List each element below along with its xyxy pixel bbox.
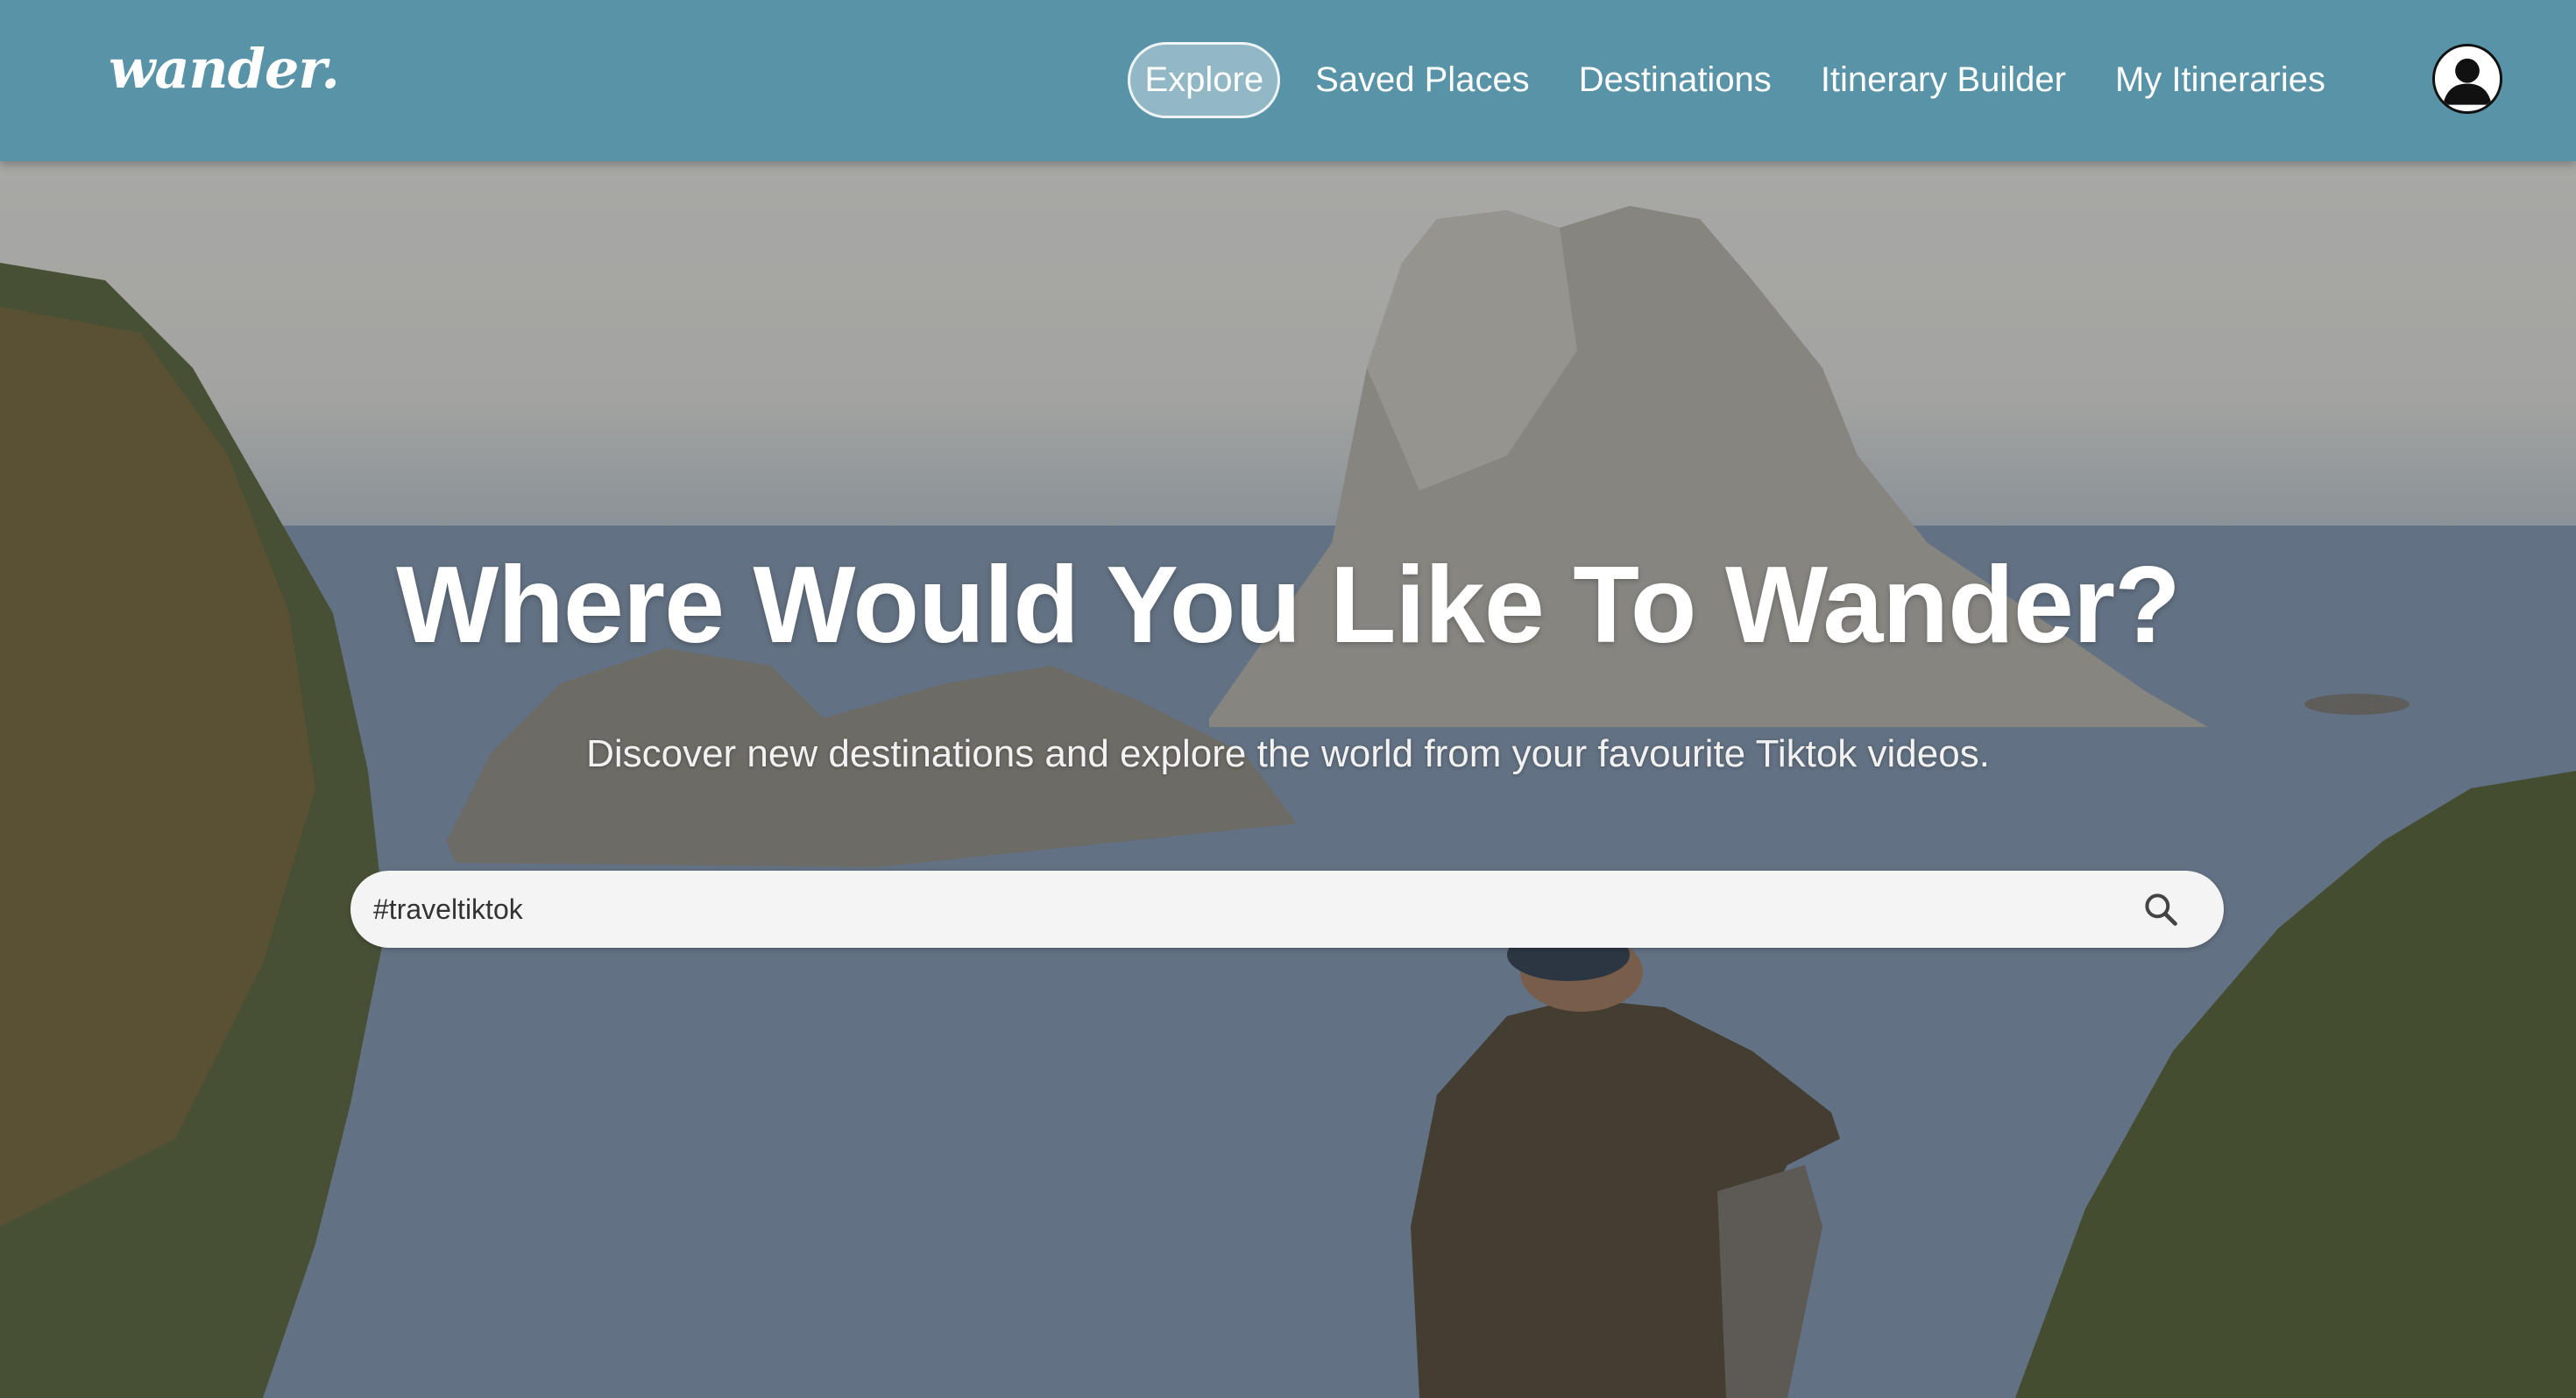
- nav-item-explore[interactable]: Explore: [1128, 41, 1281, 118]
- hero-background: [0, 0, 2576, 1398]
- nav-item-saved-places[interactable]: Saved Places: [1301, 48, 1544, 112]
- navbar: wander. Explore Saved Places Destination…: [0, 0, 2576, 161]
- nav-item-my-itineraries[interactable]: My Itineraries: [2101, 48, 2339, 112]
- page: wander. Explore Saved Places Destination…: [0, 0, 2576, 1398]
- search-bar: [350, 871, 2224, 948]
- search-input[interactable]: [350, 892, 2141, 927]
- main-nav: Explore Saved Places Destinations Itiner…: [1128, 40, 2339, 119]
- hero-title: Where Would You Like To Wander?: [396, 545, 2181, 666]
- nav-item-destinations[interactable]: Destinations: [1565, 48, 1786, 112]
- user-account-icon[interactable]: [2432, 44, 2502, 114]
- user-silhouette-icon: [2443, 58, 2492, 105]
- hero-subtitle: Discover new destinations and explore th…: [586, 732, 1990, 775]
- nav-item-itinerary-builder[interactable]: Itinerary Builder: [1807, 48, 2080, 112]
- search-icon[interactable]: [2141, 890, 2180, 928]
- hero-overlay: [0, 0, 2576, 1398]
- logo[interactable]: wander.: [109, 37, 340, 101]
